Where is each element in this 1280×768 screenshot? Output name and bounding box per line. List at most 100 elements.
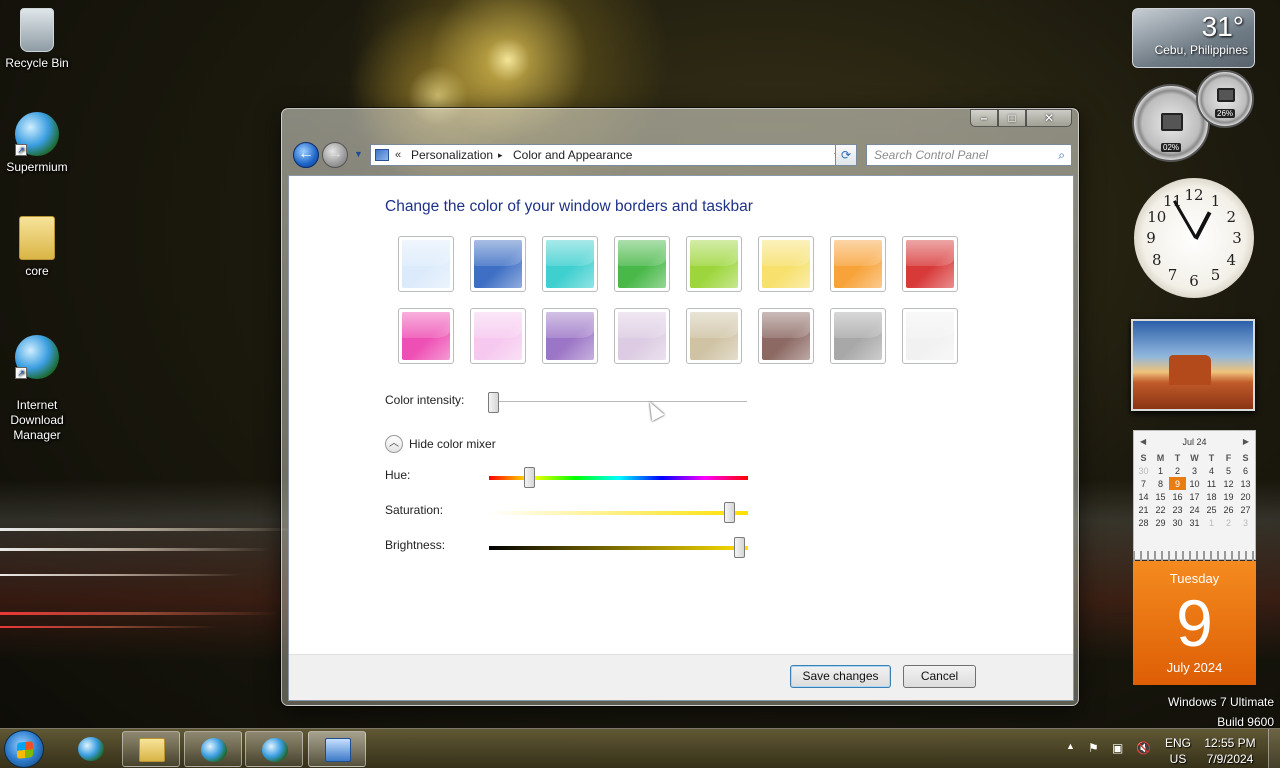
color-swatch-lavender[interactable] bbox=[614, 308, 670, 364]
calendar-day-cell[interactable]: 1 bbox=[1152, 464, 1169, 477]
taskbar-control-panel[interactable] bbox=[308, 731, 366, 767]
calendar-day-cell[interactable]: 3 bbox=[1237, 516, 1254, 529]
color-swatch-pumpkin[interactable] bbox=[830, 236, 886, 292]
desktop-icon-core-folder[interactable]: core bbox=[0, 216, 74, 279]
brightness-slider[interactable] bbox=[734, 537, 746, 558]
taskbar-supermium-pinned[interactable] bbox=[62, 731, 120, 767]
calendar-day-cell[interactable]: 23 bbox=[1169, 503, 1186, 516]
calendar-month-gadget[interactable]: ◀ Jul 24 ▶ S M T W T F S 30 1 2 3 4 5 6 7 8 9 10 11 12 13 14 1… bbox=[1133, 430, 1256, 560]
color-swatch-taupe[interactable] bbox=[686, 308, 742, 364]
calendar-day-cell[interactable]: 1 bbox=[1203, 516, 1220, 529]
color-swatch-sky[interactable] bbox=[398, 236, 454, 292]
desktop-icon-recycle-bin[interactable]: Recycle Bin bbox=[0, 8, 74, 71]
language-indicator[interactable]: ENG US bbox=[1165, 735, 1191, 767]
color-swatch-ruby[interactable] bbox=[902, 236, 958, 292]
hide-color-mixer-toggle[interactable]: ︿ Hide color mixer bbox=[385, 435, 496, 453]
calendar-day-cell[interactable]: 5 bbox=[1220, 464, 1237, 477]
calendar-day-cell[interactable]: 14 bbox=[1135, 490, 1152, 503]
calendar-day-cell[interactable]: 2 bbox=[1220, 516, 1237, 529]
calendar-day-cell[interactable]: 16 bbox=[1169, 490, 1186, 503]
color-intensity-slider[interactable] bbox=[488, 392, 500, 413]
color-swatch-lime[interactable] bbox=[686, 236, 742, 292]
calendar-day-cell[interactable]: 19 bbox=[1220, 490, 1237, 503]
taskbar-supermium[interactable] bbox=[184, 731, 242, 767]
search-box[interactable]: ⌕ bbox=[866, 144, 1072, 166]
calendar-day-cell[interactable]: 29 bbox=[1152, 516, 1169, 529]
calendar-day-cell[interactable]: 13 bbox=[1237, 477, 1254, 490]
breadcrumb-color-and-appearance[interactable]: Color and Appearance bbox=[513, 145, 632, 165]
calendar-day-cell[interactable]: 18 bbox=[1203, 490, 1220, 503]
calendar-day-cell[interactable]: 9 bbox=[1169, 477, 1186, 490]
color-swatch-chocolate[interactable] bbox=[758, 308, 814, 364]
desktop-icon-idm[interactable]: ↗ Internet Download Manager bbox=[0, 320, 74, 458]
save-changes-button[interactable]: Save changes bbox=[790, 665, 891, 688]
calendar-day-cell[interactable]: 17 bbox=[1186, 490, 1203, 503]
calendar-day-cell[interactable]: 15 bbox=[1152, 490, 1169, 503]
color-swatch-blush[interactable] bbox=[470, 308, 526, 364]
color-swatch-twilight[interactable] bbox=[470, 236, 526, 292]
back-button[interactable]: ← bbox=[293, 142, 319, 168]
search-input[interactable] bbox=[867, 145, 1047, 165]
desktop-icon-supermium[interactable]: ↗ Supermium bbox=[0, 112, 74, 175]
weather-gadget[interactable]: 31° Cebu, Philippines bbox=[1132, 8, 1255, 68]
calendar-day-gadget[interactable]: Tuesday 9 July 2024 bbox=[1133, 561, 1256, 685]
calendar-day-cell[interactable]: 20 bbox=[1237, 490, 1254, 503]
color-swatch-frost[interactable] bbox=[758, 236, 814, 292]
taskbar-internet-download-manager[interactable] bbox=[245, 731, 303, 767]
calendar-day-cell[interactable]: 10 bbox=[1186, 477, 1203, 490]
maximize-button[interactable]: □ bbox=[998, 109, 1026, 127]
saturation-track[interactable] bbox=[489, 511, 748, 515]
calendar-day-cell[interactable]: 30 bbox=[1169, 516, 1186, 529]
refresh-button[interactable]: ⟳ bbox=[835, 144, 857, 166]
calendar-day-cell[interactable]: 12 bbox=[1220, 477, 1237, 490]
taskbar-windows-explorer[interactable] bbox=[122, 731, 180, 767]
calendar-day-cell[interactable]: 4 bbox=[1203, 464, 1220, 477]
recent-pages-dropdown[interactable]: ▼ bbox=[354, 149, 363, 159]
show-desktop-button[interactable] bbox=[1268, 729, 1280, 768]
breadcrumb-overflow[interactable]: « bbox=[395, 145, 401, 165]
calendar-day-cell[interactable]: 8 bbox=[1152, 477, 1169, 490]
show-hidden-icons-button[interactable]: ▲ bbox=[1066, 741, 1075, 751]
calendar-day-cell[interactable]: 24 bbox=[1186, 503, 1203, 516]
color-swatch-frost-white[interactable] bbox=[902, 308, 958, 364]
search-icon[interactable]: ⌕ bbox=[1058, 148, 1065, 163]
system-clock[interactable]: 12:55 PM 7/9/2024 bbox=[1204, 735, 1256, 767]
cancel-button[interactable]: Cancel bbox=[903, 665, 976, 688]
calendar-day-cell[interactable]: 2 bbox=[1169, 464, 1186, 477]
color-swatch-violet[interactable] bbox=[542, 308, 598, 364]
previous-month-button[interactable]: ◀ bbox=[1140, 437, 1146, 446]
address-bar[interactable]: « Personalization ▸ Color and Appearance… bbox=[370, 144, 848, 166]
color-intensity-track[interactable] bbox=[489, 401, 747, 402]
calendar-day-cell[interactable]: 26 bbox=[1220, 503, 1237, 516]
calendar-day-cell[interactable]: 22 bbox=[1152, 503, 1169, 516]
breadcrumb-separator[interactable]: ▸ bbox=[498, 145, 503, 165]
forward-button[interactable]: → bbox=[322, 142, 348, 168]
ram-meter-gadget[interactable]: 26% bbox=[1196, 70, 1254, 128]
network-icon[interactable]: ▣ bbox=[1112, 741, 1123, 755]
calendar-day-cell[interactable]: 27 bbox=[1237, 503, 1254, 516]
calendar-day-cell[interactable]: 11 bbox=[1203, 477, 1220, 490]
color-swatch-leaf[interactable] bbox=[614, 236, 670, 292]
brightness-track[interactable] bbox=[489, 546, 748, 550]
calendar-day-cell[interactable]: 3 bbox=[1186, 464, 1203, 477]
calendar-day-cell[interactable]: 31 bbox=[1186, 516, 1203, 529]
calendar-day-cell[interactable]: 25 bbox=[1203, 503, 1220, 516]
hue-slider[interactable] bbox=[524, 467, 536, 488]
minimize-button[interactable]: – bbox=[970, 109, 998, 127]
breadcrumb-personalization[interactable]: Personalization bbox=[411, 145, 493, 165]
action-center-flag-icon[interactable]: ⚑ bbox=[1088, 741, 1099, 755]
color-swatch-slate[interactable] bbox=[830, 308, 886, 364]
volume-muted-icon[interactable]: 🔇 bbox=[1136, 741, 1151, 755]
close-button[interactable]: ✕ bbox=[1026, 109, 1072, 127]
slideshow-gadget[interactable] bbox=[1131, 319, 1255, 411]
calendar-day-cell[interactable]: 7 bbox=[1135, 477, 1152, 490]
calendar-day-cell[interactable]: 6 bbox=[1237, 464, 1254, 477]
color-swatch-fuchsia[interactable] bbox=[398, 308, 454, 364]
color-swatch-sea[interactable] bbox=[542, 236, 598, 292]
calendar-day-cell[interactable]: 21 bbox=[1135, 503, 1152, 516]
start-button[interactable] bbox=[4, 730, 44, 768]
calendar-day-cell[interactable]: 28 bbox=[1135, 516, 1152, 529]
calendar-day-cell[interactable]: 30 bbox=[1135, 464, 1152, 477]
clock-gadget[interactable]: 12 1 2 3 4 5 6 7 8 9 10 11 bbox=[1134, 178, 1254, 298]
next-month-button[interactable]: ▶ bbox=[1243, 437, 1249, 446]
